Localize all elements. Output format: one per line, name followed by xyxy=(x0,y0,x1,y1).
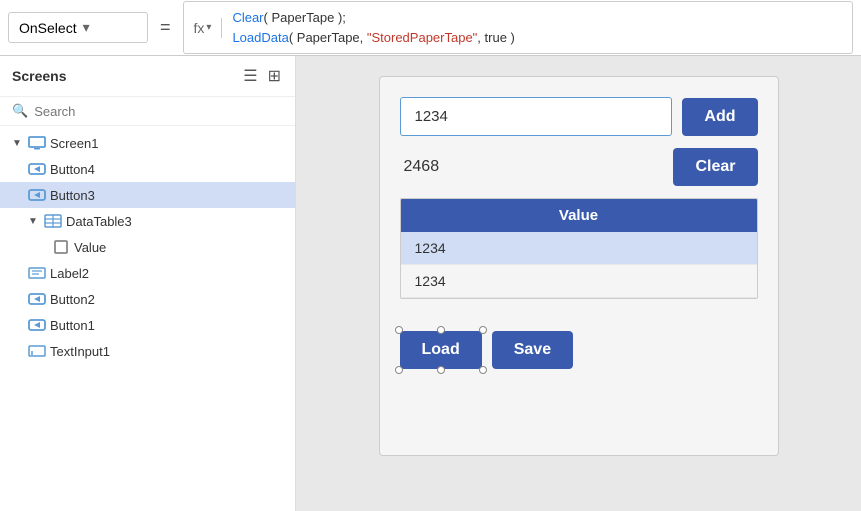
datatable-icon xyxy=(44,212,62,230)
fx-chevron-icon: ▾ xyxy=(206,22,211,33)
toolbar: OnSelect ▾ = fx ▾ Clear( PaperTape ); Lo… xyxy=(0,0,861,56)
handle-bc xyxy=(437,366,445,374)
sidebar-item-label-textinput1: TextInput1 xyxy=(50,344,110,359)
clear-button[interactable]: Clear xyxy=(673,148,757,186)
button-icon-3 xyxy=(28,186,46,204)
button-icon-2 xyxy=(28,290,46,308)
search-input[interactable] xyxy=(34,104,283,119)
formula-string: "StoredPaperTape" xyxy=(367,30,477,45)
label-value: 2468 xyxy=(400,158,664,176)
label-icon xyxy=(28,264,46,282)
datatable-row-0: 1234 xyxy=(401,232,757,265)
sidebar-item-label-label2: Label2 xyxy=(50,266,89,281)
preview-datatable: Value 1234 1234 xyxy=(400,198,758,299)
text-input-field[interactable] xyxy=(400,97,673,136)
sidebar-icons: ☰ ⊞ xyxy=(241,64,283,88)
sidebar-item-button2[interactable]: Button2 xyxy=(0,286,295,312)
formula-fn-clear: Clear xyxy=(232,10,263,25)
chevron-down-icon: ▾ xyxy=(83,19,137,36)
formula-paren2: ( PaperTape, xyxy=(289,30,367,45)
expand-arrow-datatable3: ▼ xyxy=(28,216,40,227)
handle-tc xyxy=(437,326,445,334)
sidebar-item-label-button2: Button2 xyxy=(50,292,95,307)
formula-divider xyxy=(221,18,222,38)
preview-row-add: Add xyxy=(400,97,758,136)
formula-bar: fx ▾ Clear( PaperTape ); LoadData( Paper… xyxy=(183,1,853,54)
sidebar: Screens ☰ ⊞ 🔍 ▼ Screen1 xyxy=(0,56,296,511)
sidebar-item-datatable3[interactable]: ▼ DataTable3 xyxy=(0,208,295,234)
search-icon: 🔍 xyxy=(12,103,28,119)
sidebar-item-label-value: Value xyxy=(74,240,106,255)
equals-icon: = xyxy=(156,17,175,38)
formula-fn-loaddata: LoadData xyxy=(232,30,288,45)
tree-area: ▼ Screen1 Button4 Button3 xyxy=(0,126,295,511)
onselect-dropdown[interactable]: OnSelect ▾ xyxy=(8,12,148,43)
dropdown-label: OnSelect xyxy=(19,20,77,36)
sidebar-item-button4[interactable]: Button4 xyxy=(0,156,295,182)
button-icon-4 xyxy=(28,160,46,178)
handle-bl xyxy=(395,366,403,374)
load-button[interactable]: Load xyxy=(400,331,482,369)
grid-view-icon[interactable]: ⊞ xyxy=(266,64,283,88)
sidebar-item-screen1[interactable]: ▼ Screen1 xyxy=(0,130,295,156)
handle-br xyxy=(479,366,487,374)
main-area: Screens ☰ ⊞ 🔍 ▼ Screen1 xyxy=(0,56,861,511)
checkbox-icon xyxy=(52,238,70,256)
datatable-row-1: 1234 xyxy=(401,265,757,298)
save-button[interactable]: Save xyxy=(492,331,573,369)
handle-tr xyxy=(479,326,487,334)
sidebar-item-value[interactable]: Value xyxy=(0,234,295,260)
sidebar-item-label-button4: Button4 xyxy=(50,162,95,177)
sidebar-item-label-button1: Button1 xyxy=(50,318,95,333)
list-view-icon[interactable]: ☰ xyxy=(241,64,259,88)
formula-text: Clear( PaperTape ); LoadData( PaperTape,… xyxy=(232,8,514,47)
fx-text: fx xyxy=(194,20,205,36)
datatable-header: Value xyxy=(401,199,757,232)
handle-tl xyxy=(395,326,403,334)
app-preview: Add 2468 Clear Value 1234 1234 xyxy=(379,76,779,456)
fx-label: fx ▾ xyxy=(194,20,212,36)
sidebar-item-label-screen1: Screen1 xyxy=(50,136,98,151)
expand-arrow-screen1: ▼ xyxy=(12,138,24,149)
canvas-area: Add 2468 Clear Value 1234 1234 xyxy=(296,56,861,511)
sidebar-item-label2[interactable]: Label2 xyxy=(0,260,295,286)
sidebar-item-button3[interactable]: Button3 xyxy=(0,182,295,208)
sidebar-header: Screens ☰ ⊞ xyxy=(0,56,295,97)
formula-paren1: ( PaperTape ); xyxy=(264,10,346,25)
sidebar-item-button1[interactable]: Button1 xyxy=(0,312,295,338)
preview-row-clear: 2468 Clear xyxy=(400,148,758,186)
formula-paren3: , true ) xyxy=(477,30,515,45)
sidebar-title: Screens xyxy=(12,68,66,84)
load-button-wrapper: Load xyxy=(400,331,482,369)
add-button[interactable]: Add xyxy=(682,98,757,136)
sidebar-item-label-datatable3: DataTable3 xyxy=(66,214,132,229)
screen-icon xyxy=(28,134,46,152)
search-bar: 🔍 xyxy=(0,97,295,126)
preview-load-save-row: Load Save xyxy=(400,331,758,369)
textinput-icon xyxy=(28,342,46,360)
sidebar-item-textinput1[interactable]: TextInput1 xyxy=(0,338,295,364)
button-icon-1 xyxy=(28,316,46,334)
sidebar-item-label-button3: Button3 xyxy=(50,188,95,203)
